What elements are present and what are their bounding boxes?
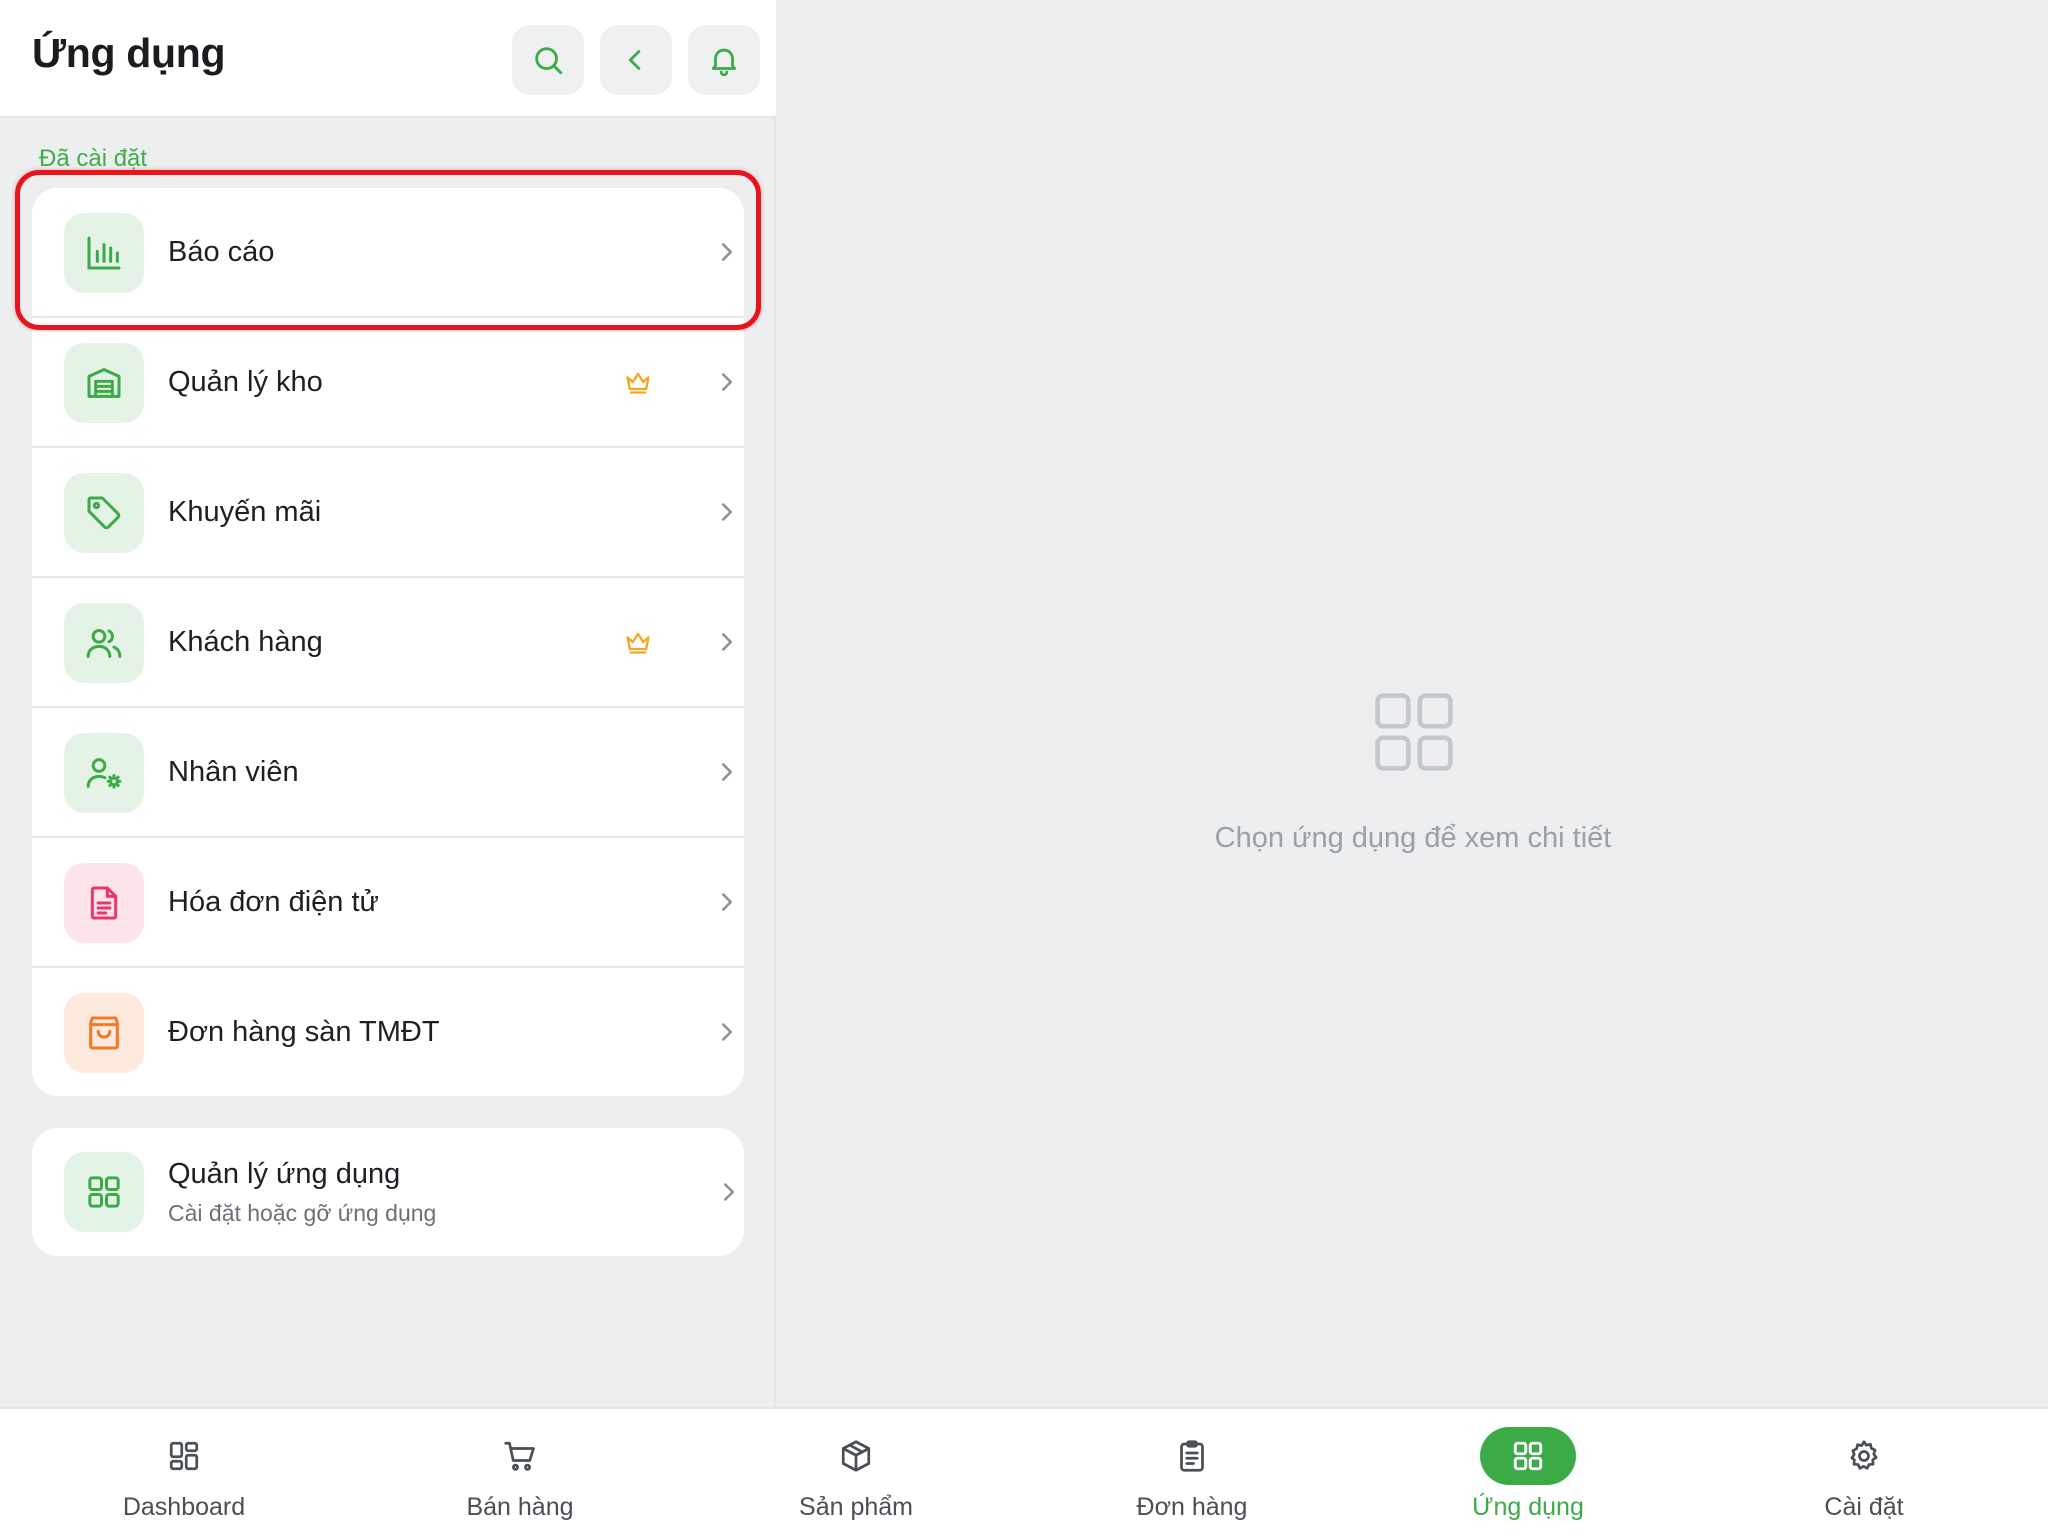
grid-icon bbox=[1375, 693, 1453, 771]
app-item-khach-hang[interactable]: Khách hàng bbox=[32, 578, 744, 708]
grid-icon bbox=[88, 1176, 120, 1208]
app-item-label: Nhân viên bbox=[168, 756, 299, 788]
manage-apps-subtitle: Cài đặt hoặc gỡ ứng dụng bbox=[168, 1200, 437, 1226]
nav-label: Bán hàng bbox=[466, 1493, 574, 1521]
page-title: Ứng dụng bbox=[32, 30, 226, 76]
top-header: Ứng dụng bbox=[0, 0, 776, 118]
grid-icon bbox=[1513, 1441, 1543, 1471]
notifications-button[interactable] bbox=[688, 25, 760, 95]
app-item-don-hang-san-tmdt[interactable]: Đơn hàng sàn TMĐT bbox=[32, 968, 744, 1096]
app-item-label: Hóa đơn điện tử bbox=[168, 886, 379, 918]
manage-apps-card[interactable]: Quản lý ứng dụng Cài đặt hoặc gỡ ứng dụn… bbox=[32, 1128, 744, 1256]
nav-cai-dat[interactable]: Cài đặt bbox=[1754, 1409, 1974, 1536]
warehouse-icon bbox=[87, 368, 121, 398]
cart-icon bbox=[504, 1441, 535, 1471]
chevron-right-icon bbox=[722, 893, 732, 911]
search-icon bbox=[535, 47, 563, 75]
app-item-hoa-don-dien-tu[interactable]: Hóa đơn điện tử bbox=[32, 838, 744, 968]
shopping-bag-icon bbox=[89, 1016, 119, 1050]
dashboard-icon bbox=[169, 1441, 199, 1471]
app-item-nhan-vien[interactable]: Nhân viên bbox=[32, 708, 744, 838]
nav-dashboard[interactable]: Dashboard bbox=[74, 1409, 294, 1536]
nav-label: Ứng dụng bbox=[1472, 1493, 1584, 1521]
tag-icon bbox=[87, 496, 121, 530]
nav-san-pham[interactable]: Sản phẩm bbox=[746, 1409, 966, 1536]
app-detail-panel: Chọn ứng dụng để xem chi tiết bbox=[778, 0, 2048, 1407]
crown-icon bbox=[626, 372, 650, 394]
search-button[interactable] bbox=[512, 25, 584, 95]
nav-label: Dashboard bbox=[122, 1493, 246, 1521]
chevron-right-icon bbox=[722, 373, 732, 391]
empty-state-text: Chọn ứng dụng để xem chi tiết bbox=[1214, 822, 1612, 854]
back-button[interactable] bbox=[600, 25, 672, 95]
app-item-label: Đơn hàng sàn TMĐT bbox=[168, 1016, 440, 1048]
app-item-label: Khách hàng bbox=[168, 626, 323, 658]
nav-don-hang[interactable]: Đơn hàng bbox=[1082, 1409, 1302, 1536]
bottom-navigation: Dashboard Bán hàng Sản phẩm Đơn hàng Ứng… bbox=[0, 1407, 2048, 1536]
chevron-right-icon bbox=[722, 763, 732, 781]
clipboard-icon bbox=[1180, 1440, 1204, 1472]
app-item-label: Khuyến mãi bbox=[168, 496, 322, 528]
apps-list-panel: Ứng dụng Đã cài đặt Báo cáo Quản lý kho … bbox=[0, 0, 776, 1407]
nav-ung-dung[interactable]: Ứng dụng bbox=[1418, 1409, 1638, 1536]
file-text-icon bbox=[90, 886, 118, 920]
box-icon bbox=[841, 1440, 871, 1472]
bell-icon bbox=[711, 48, 737, 77]
users-icon bbox=[86, 629, 122, 658]
chevron-right-icon bbox=[722, 633, 732, 651]
chevron-right-icon bbox=[722, 503, 732, 521]
app-item-khuyen-mai[interactable]: Khuyến mãi bbox=[32, 448, 744, 578]
nav-label: Cài đặt bbox=[1824, 1493, 1904, 1521]
crown-icon bbox=[626, 632, 650, 654]
nav-label: Sản phẩm bbox=[799, 1493, 913, 1521]
app-item-label: Quản lý kho bbox=[168, 366, 323, 398]
chevron-right-icon bbox=[722, 1023, 732, 1041]
chevron-right-icon bbox=[724, 1183, 734, 1201]
installed-section-label: Đã cài đặt bbox=[39, 145, 148, 172]
nav-label: Đơn hàng bbox=[1136, 1493, 1248, 1521]
app-item-quan-ly-kho[interactable]: Quản lý kho bbox=[32, 318, 744, 448]
manage-apps-title: Quản lý ứng dụng bbox=[168, 1158, 401, 1190]
user-cog-icon bbox=[86, 758, 122, 789]
gear-icon bbox=[1850, 1440, 1878, 1470]
selection-highlight bbox=[15, 170, 761, 330]
nav-ban-hang[interactable]: Bán hàng bbox=[410, 1409, 630, 1536]
chevron-left-icon bbox=[628, 50, 641, 70]
